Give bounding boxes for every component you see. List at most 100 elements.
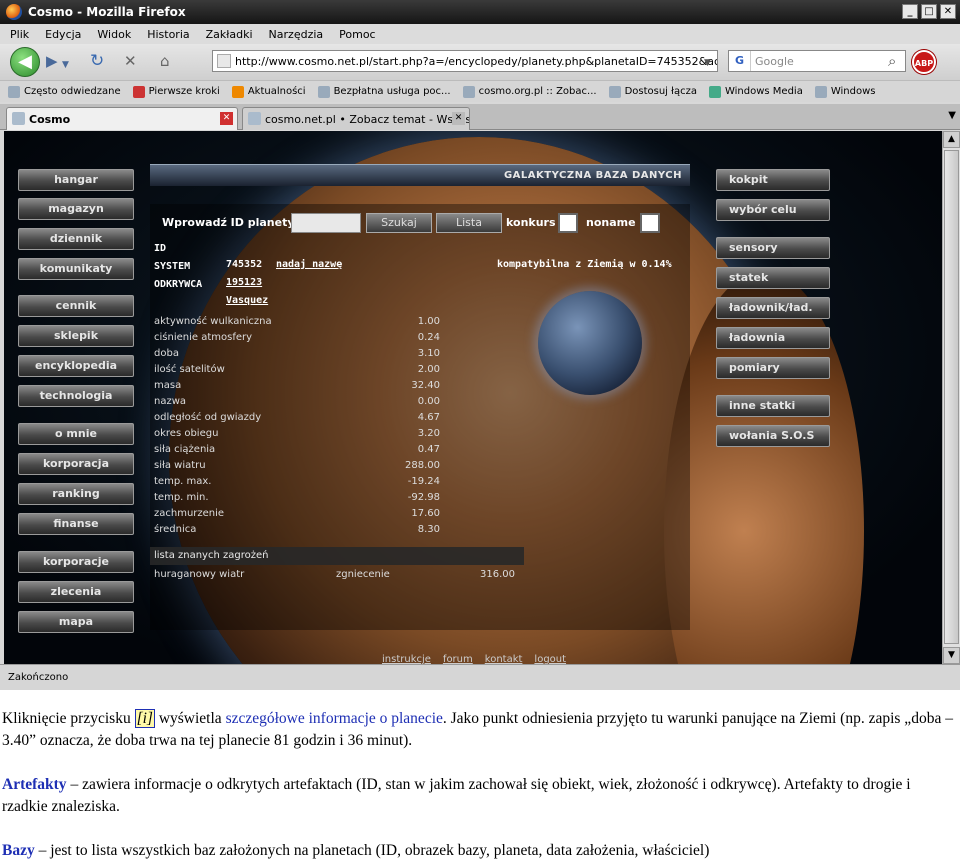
bookmark-item[interactable]: Często odwiedzane <box>8 85 121 98</box>
param-row: ciśnienie atmosfery 0.24 <box>154 332 440 348</box>
menu-bar: Plik Edycja Widok Historia Zakładki Narz… <box>0 24 960 44</box>
param-name: odległość od gwiazdy <box>154 412 262 423</box>
menu-cennik[interactable]: cennik <box>18 295 134 317</box>
noname-checkbox[interactable] <box>640 213 660 233</box>
footer-link-instrukcje[interactable]: instrukcje <box>382 654 431 664</box>
back-button[interactable]: ◀ <box>10 47 40 77</box>
param-value: 17.60 <box>411 508 440 519</box>
planet-id-input[interactable] <box>291 213 361 233</box>
menu-hangar[interactable]: hangar <box>18 169 134 191</box>
param-row: odległość od gwiazdy 4.67 <box>154 412 440 428</box>
param-row: siła wiatru 288.00 <box>154 460 440 476</box>
menu-wybor-celu[interactable]: wybór celu <box>716 199 830 221</box>
close-tab-icon[interactable]: ✕ <box>452 112 465 125</box>
menu-magazyn[interactable]: magazyn <box>18 198 134 220</box>
scrollbar-thumb[interactable] <box>944 150 959 644</box>
close-button[interactable]: ✕ <box>940 4 956 19</box>
forward-icon[interactable]: ▶ <box>46 52 58 70</box>
scroll-down-icon[interactable]: ▼ <box>943 647 960 664</box>
menu-o-mnie[interactable]: o mnie <box>18 423 134 445</box>
menu-korporacja[interactable]: korporacja <box>18 453 134 475</box>
menu-mapa[interactable]: mapa <box>18 611 134 633</box>
menu-encyklopedia[interactable]: encyklopedia <box>18 355 134 377</box>
tab-cosmo[interactable]: Cosmo ✕ <box>6 107 238 130</box>
menu-finanse[interactable]: finanse <box>18 513 134 535</box>
url-bar[interactable]: http://www.cosmo.net.pl/start.php?a=/enc… <box>212 50 718 72</box>
scroll-up-icon[interactable]: ▲ <box>943 131 960 148</box>
menu-kokpit[interactable]: kokpit <box>716 169 830 191</box>
tab-favicon <box>12 112 25 125</box>
firefox-icon <box>6 4 22 20</box>
rss-icon <box>231 85 244 98</box>
bookmark-icon <box>608 85 621 98</box>
search-icon[interactable]: ⌕ <box>888 52 896 70</box>
menu-dziennik[interactable]: dziennik <box>18 228 134 250</box>
menu-ranking[interactable]: ranking <box>18 483 134 505</box>
menu-pomiary[interactable]: pomiary <box>716 357 830 379</box>
bookmark-item[interactable]: Windows Media <box>708 85 803 98</box>
menu-technologia[interactable]: technologia <box>18 385 134 407</box>
adblock-icon[interactable]: ABP <box>912 50 936 74</box>
tab-list-icon[interactable]: ▼ <box>948 110 956 121</box>
menu-historia[interactable]: Historia <box>147 28 189 41</box>
bookmark-item[interactable]: cosmo.org.pl :: Zobac... <box>462 85 597 98</box>
menu-edycja[interactable]: Edycja <box>45 28 81 41</box>
footer-link-kontakt[interactable]: kontakt <box>485 654 523 664</box>
url-dropdown-icon[interactable]: ▼ <box>704 54 711 72</box>
bookmark-item[interactable]: Dostosuj łącza <box>608 85 697 98</box>
menu-narzedzia[interactable]: Narzędzia <box>269 28 324 41</box>
search-input[interactable]: G Google <box>728 50 906 72</box>
bookmark-item[interactable]: Aktualności <box>231 85 306 98</box>
discoverer-id[interactable]: 195123 <box>226 277 262 288</box>
menu-statek[interactable]: statek <box>716 267 830 289</box>
param-name: okres obiegu <box>154 428 219 439</box>
name-planet-link[interactable]: nadaj nazwę <box>276 259 342 270</box>
list-button[interactable]: Lista <box>436 213 502 233</box>
menu-korporacje[interactable]: korporacje <box>18 551 134 573</box>
maximize-button[interactable]: □ <box>921 4 937 19</box>
menu-wolania-sos[interactable]: wołania S.O.S <box>716 425 830 447</box>
search-placeholder: Google <box>755 54 794 68</box>
menu-zlecenia[interactable]: zlecenia <box>18 581 134 603</box>
menu-ladownik[interactable]: ładownik/ład. <box>716 297 830 319</box>
bookmarks-bar: Często odwiedzane Pierwsze kroki Aktualn… <box>0 80 960 102</box>
footer-link-forum[interactable]: forum <box>443 654 473 664</box>
footer-link-logout[interactable]: logout <box>534 654 566 664</box>
menu-pomoc[interactable]: Pomoc <box>339 28 375 41</box>
konkurs-label: konkurs <box>506 216 556 229</box>
menu-plik[interactable]: Plik <box>10 28 29 41</box>
menu-sensory[interactable]: sensory <box>716 237 830 259</box>
menu-widok[interactable]: Widok <box>97 28 131 41</box>
home-icon[interactable]: ⌂ <box>160 52 170 70</box>
text-span: – zawiera informacje o odkrytych artefak… <box>2 776 911 815</box>
vertical-scrollbar[interactable]: ▲ ▼ <box>942 131 960 664</box>
close-tab-icon[interactable]: ✕ <box>220 112 233 125</box>
bookmark-item[interactable]: Bezpłatna usługa poc... <box>317 85 451 98</box>
bookmark-item[interactable]: Pierwsze kroki <box>132 85 220 98</box>
menu-zakladki[interactable]: Zakładki <box>206 28 253 41</box>
threat-name: huraganowy wiatr <box>154 569 245 580</box>
menu-sklepik[interactable]: sklepik <box>18 325 134 347</box>
minimize-button[interactable]: _ <box>902 4 918 19</box>
history-dropdown-icon[interactable]: ▼ <box>62 56 69 74</box>
menu-komunikaty[interactable]: komunikaty <box>18 258 134 280</box>
param-value: 0.47 <box>417 444 440 455</box>
url-text: http://www.cosmo.net.pl/start.php?a=/enc… <box>235 54 717 68</box>
info-button-ref: [i] <box>134 709 155 728</box>
tab-favicon <box>248 112 261 125</box>
tab-forum[interactable]: cosmo.net.pl • Zobacz temat - Wszystk...… <box>242 107 470 130</box>
window-title: Cosmo - Mozilla Firefox <box>28 5 186 19</box>
menu-ladownia[interactable]: ładownia <box>716 327 830 349</box>
param-row: temp. max. -19.24 <box>154 476 440 492</box>
konkurs-checkbox[interactable] <box>558 213 578 233</box>
param-value: -92.98 <box>407 492 440 503</box>
param-row: aktywność wulkaniczna 1.00 <box>154 316 440 332</box>
param-value: 0.00 <box>417 396 440 407</box>
paragraph-planet-info: Kliknięcie przycisku [i] wyświetla szcze… <box>2 708 960 752</box>
menu-inne-statki[interactable]: inne statki <box>716 395 830 417</box>
search-button[interactable]: Szukaj <box>366 213 432 233</box>
discoverer-name[interactable]: Vasquez <box>226 295 268 306</box>
reload-icon[interactable]: ↻ <box>90 52 104 70</box>
bookmark-item[interactable]: Windows <box>814 85 875 98</box>
stop-icon[interactable]: ✕ <box>124 52 137 70</box>
